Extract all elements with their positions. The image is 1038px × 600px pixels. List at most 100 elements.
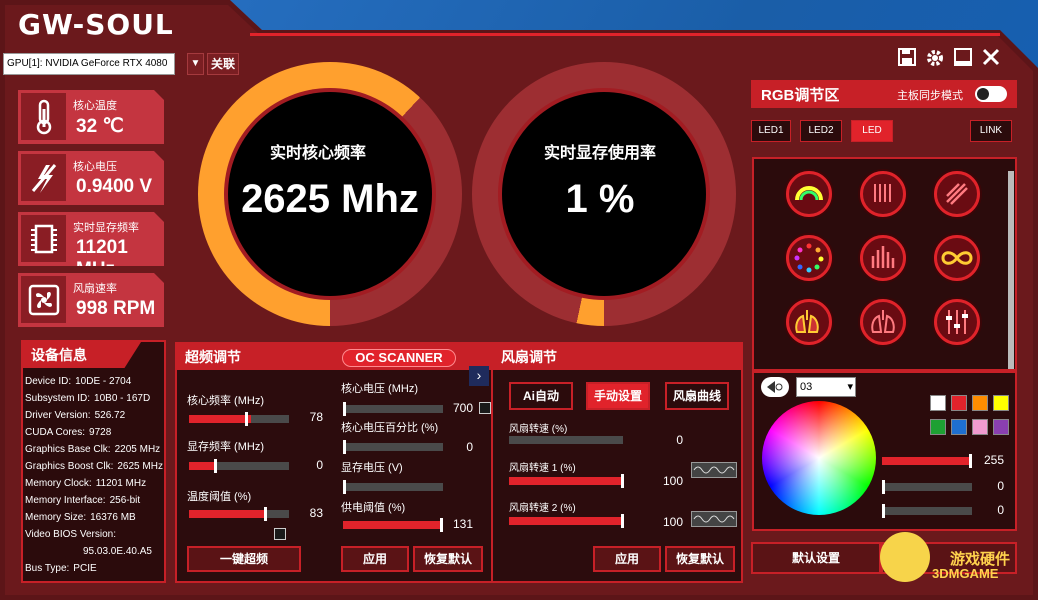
core-voltage-card: 核心电压 0.9400 V: [18, 151, 164, 205]
color-lungs-effect-icon[interactable]: [786, 299, 832, 345]
device-info-row: Memory Interface: 256-bit: [25, 495, 140, 506]
breathing-effect-icon[interactable]: [786, 235, 832, 281]
gpu-select[interactable]: GPU[1]: NVIDIA GeForce RTX 4080: [3, 53, 175, 75]
color-swatch[interactable]: [993, 419, 1009, 435]
fan-panel: 风扇调节 Ai自动 手动设置 风扇曲线 风扇转速 (%) 0 风扇转速 1 (%…: [491, 342, 743, 583]
minimize-icon[interactable]: [954, 48, 972, 71]
mem-freq-label: 显存频率 (MHz): [187, 441, 264, 453]
core-volt-pct-slider[interactable]: [343, 440, 443, 454]
gauge-label: 实时核心频率: [269, 145, 366, 162]
fan1-curve-icon[interactable]: [691, 462, 737, 478]
color-swatch[interactable]: [951, 419, 967, 435]
fan-ai-tab[interactable]: Ai自动: [509, 382, 573, 410]
device-info-key: Graphics Boost Clk:: [25, 461, 114, 472]
mem-volt-label: 显存电压 (V): [341, 462, 403, 474]
close-icon[interactable]: [982, 48, 1000, 71]
fan2-curve-icon[interactable]: [691, 511, 737, 527]
save-icon[interactable]: [898, 48, 916, 71]
color-swatch[interactable]: [930, 395, 946, 411]
effects-scrollbar[interactable]: [1008, 171, 1014, 369]
fan-speed-card: 风扇速率 998 RPM: [18, 273, 164, 327]
mem-freq-slider[interactable]: [189, 459, 289, 473]
stat-value: 32 ℃: [76, 116, 124, 137]
device-info-key: Driver Version:: [25, 410, 91, 421]
gauge-value: 2625 Mhz: [241, 177, 419, 221]
flash-effect-icon[interactable]: [934, 171, 980, 217]
color-swatch[interactable]: [951, 395, 967, 411]
device-info-value: 2205 MHz: [114, 444, 161, 455]
fan-curve-tab[interactable]: 风扇曲线: [665, 382, 729, 410]
color-swatch[interactable]: [930, 419, 946, 435]
gauge-label: 实时显存使用率: [543, 145, 656, 162]
device-info-value: 9728: [89, 427, 112, 438]
speaker-icon[interactable]: [761, 377, 789, 397]
core-volt-slider[interactable]: [343, 402, 443, 416]
oc-reset-button[interactable]: 恢复默认: [413, 546, 483, 572]
power-limit-label: 供电阈值 (%): [341, 502, 406, 514]
device-info-row: 95.03.0E.40.A5: [79, 546, 152, 557]
device-info-panel: 设备信息 Device ID: 10DE - 2704 Subsystem ID: 1…: [21, 340, 166, 583]
power-limit-slider[interactable]: [343, 518, 443, 532]
chevron-right-icon[interactable]: ›: [469, 366, 489, 386]
red-slider[interactable]: [882, 454, 972, 468]
lungs-effect-icon[interactable]: [860, 299, 906, 345]
duck-mascot-icon: [880, 532, 930, 582]
led2-tab[interactable]: LED2: [800, 120, 842, 142]
link-button[interactable]: 关联: [207, 53, 239, 75]
equalizer-effect-icon[interactable]: [860, 235, 906, 281]
device-info-row: Device ID: 10DE - 2704: [25, 376, 131, 387]
temp-limit-slider[interactable]: [189, 507, 289, 521]
sync-toggle[interactable]: [975, 86, 1007, 102]
fan-icon: [21, 276, 66, 323]
fan2-speed-slider[interactable]: [509, 514, 624, 528]
blue-slider[interactable]: [882, 504, 972, 518]
mem-volt-slider[interactable]: [343, 480, 443, 494]
one-click-oc-button[interactable]: 一键超频: [187, 546, 301, 572]
led1-tab[interactable]: LED1: [751, 120, 791, 142]
core-freq-value: 78: [309, 410, 323, 424]
gear-icon[interactable]: [925, 48, 945, 73]
chevron-down-icon[interactable]: ▼: [187, 53, 204, 75]
device-info-row: Driver Version: 526.72: [25, 410, 125, 421]
default-settings-button[interactable]: 默认设置: [751, 542, 881, 574]
color-panel: 03 ▾ 255 0 0: [752, 371, 1017, 531]
fan-reset-button[interactable]: 恢复默认: [665, 546, 735, 572]
core-volt-checkbox[interactable]: [479, 402, 491, 414]
fan-speed-slider[interactable]: [509, 436, 623, 444]
color-swatch[interactable]: [993, 395, 1009, 411]
fan1-speed-slider[interactable]: [509, 474, 624, 488]
fan-manual-tab[interactable]: 手动设置: [586, 382, 650, 410]
mem-usage-gauge: 实时显存使用率 1 %: [472, 62, 736, 326]
fan-apply-button[interactable]: 应用: [593, 546, 661, 572]
stat-value: 998 RPM: [76, 298, 156, 319]
green-slider[interactable]: [882, 480, 972, 494]
oc-apply-button[interactable]: 应用: [341, 546, 409, 572]
sync-label: 主板同步模式: [897, 90, 963, 102]
wave-effect-icon[interactable]: [860, 171, 906, 217]
mem-freq-value: 0: [316, 458, 323, 472]
core-freq-gauge: 实时核心频率 2625 Mhz: [198, 62, 462, 326]
led-tab[interactable]: LED: [851, 120, 893, 142]
color-swatch[interactable]: [972, 419, 988, 435]
fan1-speed-value: 100: [662, 474, 683, 488]
mode-select[interactable]: 03 ▾: [796, 377, 856, 397]
chevron-down-icon[interactable]: ▾: [847, 378, 853, 396]
core-freq-slider[interactable]: [189, 412, 289, 426]
infinity-effect-icon[interactable]: [934, 235, 980, 281]
rgb-title: RGB调节区: [761, 87, 840, 104]
mixer-effect-icon[interactable]: [934, 299, 980, 345]
device-info-value: 526.72: [94, 410, 126, 421]
device-info-value: 16376 MB: [90, 512, 136, 523]
core-temp-card: 核心温度 32 ℃: [18, 90, 164, 144]
oc-scanner-button[interactable]: OC SCANNER: [342, 349, 456, 367]
fan2-speed-label: 风扇转速 2 (%): [509, 503, 576, 514]
temp-link-checkbox[interactable]: [274, 528, 286, 540]
thermometer-icon: [21, 93, 66, 140]
device-info-row: Memory Clock: 11201 MHz: [25, 478, 146, 489]
link-tab[interactable]: LINK: [970, 120, 1012, 142]
color-wheel[interactable]: [762, 401, 876, 515]
rainbow-effect-icon[interactable]: [786, 171, 832, 217]
stat-label: 风扇速率: [73, 283, 117, 295]
color-swatch[interactable]: [972, 395, 988, 411]
title-accent-line: [250, 33, 1000, 36]
